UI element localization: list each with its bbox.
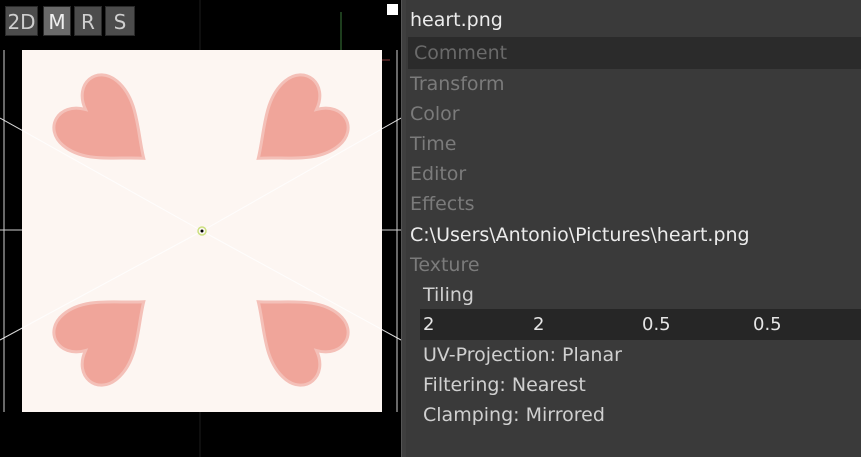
file-name: heart.png: [410, 9, 503, 31]
inspector-panel: heart.png Comment Transform Color Time E…: [406, 0, 861, 457]
section-color[interactable]: Color: [410, 102, 460, 126]
section-time[interactable]: Time: [410, 132, 457, 156]
comment-field[interactable]: Comment: [408, 37, 861, 69]
tiling-value-3[interactable]: 0.5: [642, 313, 671, 337]
tiling-value-1[interactable]: 2: [423, 313, 434, 337]
mode-m-button[interactable]: M: [43, 6, 71, 36]
section-transform[interactable]: Transform: [410, 72, 505, 96]
file-path[interactable]: C:\Users\Antonio\Pictures\heart.png: [410, 223, 750, 247]
viewport-corner-handle[interactable]: [387, 4, 398, 15]
mode-2d-button[interactable]: 2D: [5, 6, 38, 36]
comment-placeholder: Comment: [414, 42, 508, 64]
mode-r-button[interactable]: R: [74, 6, 102, 36]
mode-s-button[interactable]: S: [105, 6, 135, 36]
section-texture[interactable]: Texture: [410, 253, 480, 277]
section-effects[interactable]: Effects: [410, 192, 475, 216]
section-editor[interactable]: Editor: [410, 162, 466, 186]
viewport-3d[interactable]: 2D M R S: [0, 0, 401, 457]
viewport-canvas: [0, 0, 401, 457]
tiling-label: Tiling: [423, 284, 474, 306]
tiling-value-4[interactable]: 0.5: [753, 313, 782, 337]
filtering-setting[interactable]: Filtering: Nearest: [423, 373, 586, 397]
tiling-field[interactable]: 2 2 0.5 0.5: [420, 309, 861, 340]
clamping-setting[interactable]: Clamping: Mirrored: [423, 403, 605, 427]
uv-projection-setting[interactable]: UV-Projection: Planar: [423, 343, 622, 367]
tiling-value-2[interactable]: 2: [533, 313, 544, 337]
